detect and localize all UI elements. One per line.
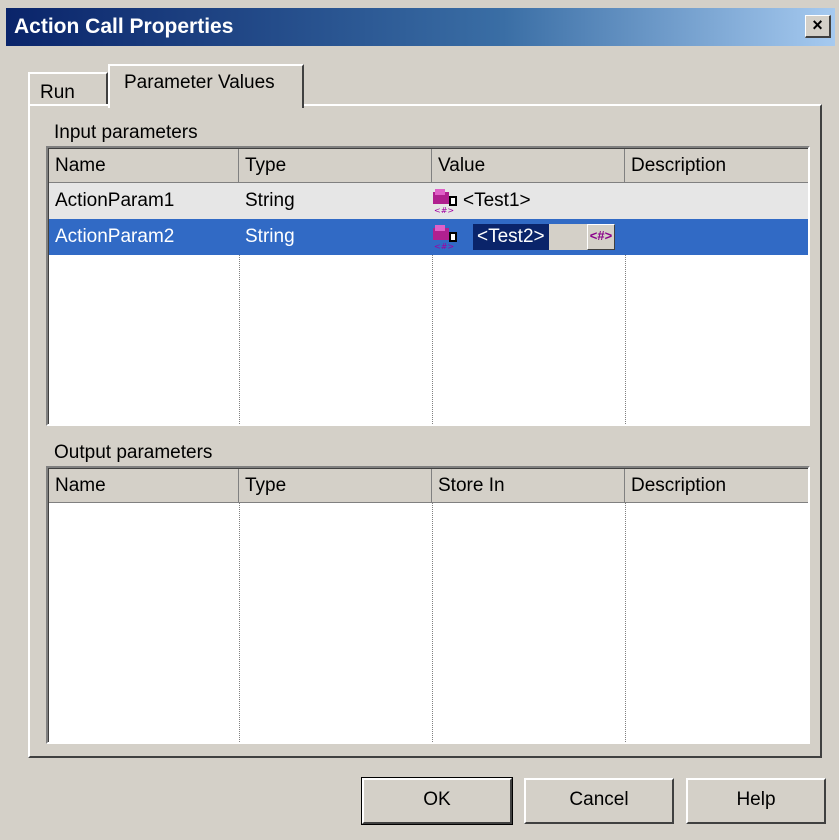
cancel-button[interactable]: Cancel <box>524 778 674 824</box>
value-edit-text[interactable]: <Test2> <box>473 224 549 250</box>
column-header-store-in[interactable]: Store In <box>432 469 625 503</box>
column-header-type[interactable]: Type <box>239 149 432 183</box>
parameter-icon: <#> <box>433 189 457 214</box>
table-row-selected[interactable]: ActionParam2 String <#> <Test2> <#> <box>49 219 808 255</box>
param-name: ActionParam1 <box>55 190 175 211</box>
param-type: String <box>245 190 295 211</box>
action-call-properties-dialog: Action Call Properties × Run Parameter V… <box>0 0 839 840</box>
ok-button[interactable]: OK <box>361 777 513 825</box>
column-header-description[interactable]: Description <box>625 469 808 503</box>
column-header-name[interactable]: Name <box>49 469 239 503</box>
tab-parameter-values[interactable]: Parameter Values <box>108 64 304 108</box>
window-title: Action Call Properties <box>14 15 234 38</box>
insert-parameter-button[interactable]: <#> <box>587 224 615 250</box>
column-header-value[interactable]: Value <box>432 149 625 183</box>
input-parameters-label: Input parameters <box>54 122 198 143</box>
close-button[interactable]: × <box>805 15 831 38</box>
tab-run[interactable]: Run <box>28 72 108 106</box>
output-parameters-label: Output parameters <box>54 442 213 463</box>
input-parameters-grid[interactable]: Name Type Value Description ActionParam1… <box>46 146 810 426</box>
column-header-type[interactable]: Type <box>239 469 432 503</box>
param-type: String <box>245 226 295 247</box>
column-divider <box>625 503 626 742</box>
tab-run-label: Run <box>40 82 75 103</box>
svg-text:<#>: <#> <box>434 242 454 250</box>
table-row[interactable]: ActionParam1 String <#> <Test1> <box>49 183 808 219</box>
column-divider <box>239 503 240 742</box>
output-parameters-grid[interactable]: Name Type Store In Description <box>46 466 810 744</box>
column-header-name[interactable]: Name <box>49 149 239 183</box>
parameter-icon: <#> <box>433 225 457 250</box>
column-divider <box>432 503 433 742</box>
param-value[interactable]: <Test1> <box>463 190 531 212</box>
help-button[interactable]: Help <box>686 778 826 824</box>
tab-parameter-values-label: Parameter Values <box>124 72 275 93</box>
title-bar[interactable]: Action Call Properties × <box>6 8 835 46</box>
column-header-description[interactable]: Description <box>625 149 808 183</box>
param-name: ActionParam2 <box>55 226 175 247</box>
svg-text:<#>: <#> <box>434 206 454 214</box>
